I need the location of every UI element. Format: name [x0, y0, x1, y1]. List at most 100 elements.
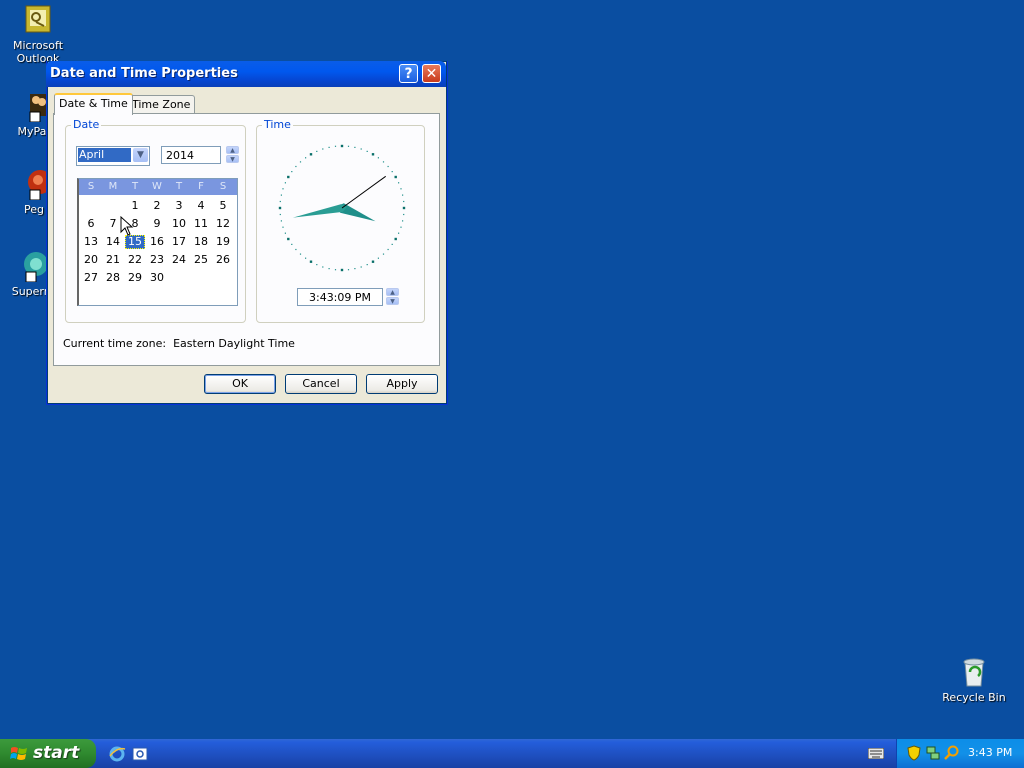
spin-up-icon[interactable]: ▲ — [386, 288, 399, 296]
security-shield-icon[interactable] — [906, 745, 922, 761]
calendar-day[interactable]: 20 — [81, 253, 101, 267]
calendar-day[interactable]: 13 — [81, 235, 101, 249]
clock-tick — [280, 220, 282, 222]
help-button[interactable]: ? — [399, 64, 418, 83]
clock-tick — [316, 150, 318, 152]
calendar-day[interactable]: 3 — [169, 199, 189, 213]
calendar-day[interactable]: 1 — [125, 199, 145, 213]
clock-tick — [377, 157, 379, 159]
tab-date-time[interactable]: Date & Time — [54, 93, 133, 115]
calendar-day[interactable]: 26 — [213, 253, 233, 267]
clock-tick — [295, 165, 297, 168]
month-value: April — [78, 148, 131, 162]
clock-tick — [354, 268, 356, 270]
time-spinner[interactable]: ▲ ▼ — [386, 288, 399, 306]
clock-tick — [360, 148, 362, 150]
calendar-day[interactable]: 29 — [125, 271, 145, 285]
clock-tick — [394, 175, 397, 179]
clock-second-hand — [341, 175, 386, 209]
calendar-day[interactable]: 25 — [191, 253, 211, 267]
calendar-day[interactable]: 22 — [125, 253, 145, 267]
taskbar: start 3:43 PM — [0, 739, 1024, 768]
calendar-day[interactable]: 30 — [147, 271, 167, 285]
date-group-label: Date — [71, 118, 102, 131]
calendar-day[interactable]: 21 — [103, 253, 123, 267]
chevron-down-icon[interactable]: ▼ — [133, 148, 148, 162]
calendar-day[interactable]: 6 — [81, 217, 101, 231]
clock-tick — [295, 248, 297, 251]
calendar-weekday: T — [131, 181, 139, 192]
tab-time-zone[interactable]: Time Zone — [127, 95, 196, 114]
ok-button[interactable]: OK — [204, 374, 276, 394]
clock-tick — [398, 182, 400, 184]
clock-tick — [287, 175, 290, 179]
clock-tick — [282, 188, 284, 190]
clock-tick — [305, 257, 307, 259]
year-field[interactable]: 2014 — [161, 146, 221, 164]
keyboard-icon[interactable] — [868, 748, 884, 759]
calendar-day-selected[interactable]: 15 — [125, 235, 145, 249]
spin-down-icon[interactable]: ▼ — [226, 155, 239, 163]
spin-down-icon[interactable]: ▼ — [386, 297, 399, 305]
year-spinner[interactable]: ▲ ▼ — [226, 146, 239, 164]
month-calendar[interactable]: SMTWTFS 1 2 3 4 5 6 7 8 9 10 11 12 13 14 15 16 17 18 19 20 2… — [77, 178, 238, 306]
calendar-day[interactable]: 17 — [169, 235, 189, 249]
desktop-icon-outlook[interactable]: Microsoft Outlook — [2, 4, 74, 65]
calendar-day[interactable]: 14 — [103, 235, 123, 249]
calendar-weekday: M — [108, 181, 118, 192]
clock-tick — [279, 200, 281, 203]
clock-tick — [394, 237, 397, 241]
start-button[interactable]: start — [0, 739, 96, 768]
calendar-day[interactable]: 9 — [147, 217, 167, 231]
clock-tick — [322, 148, 324, 150]
mypa-icon — [16, 90, 48, 123]
calendar-day[interactable]: 4 — [191, 199, 211, 213]
clock-tick — [291, 243, 293, 245]
outlook-express-icon[interactable] — [131, 745, 149, 763]
current-time-zone: Current time zone: Eastern Daylight Time — [63, 337, 295, 350]
desktop-icon-recycle-bin[interactable]: Recycle Bin — [938, 656, 1010, 704]
clock-tick — [309, 153, 313, 156]
clock-tick — [291, 171, 293, 173]
calendar-day[interactable]: 11 — [191, 217, 211, 231]
calendar-day[interactable]: 16 — [147, 235, 167, 249]
calendar-day[interactable]: 2 — [147, 199, 167, 213]
taskbar-clock[interactable]: 3:43 PM — [968, 746, 1012, 759]
time-group: Time 3:43:09 PM ▲ ▼ — [256, 118, 425, 323]
month-dropdown[interactable]: April ▼ — [76, 146, 150, 166]
calendar-day[interactable]: 19 — [213, 235, 233, 249]
search-icon[interactable] — [944, 745, 960, 761]
calendar-weekday-header: SMTWTFS — [79, 179, 237, 195]
clock-tick — [371, 153, 375, 156]
time-field[interactable]: 3:43:09 PM — [297, 288, 383, 306]
clock-tick — [334, 269, 337, 271]
calendar-weekday: W — [152, 181, 162, 192]
network-icon[interactable] — [925, 745, 941, 761]
calendar-day[interactable]: 10 — [169, 217, 189, 231]
clock-tick — [366, 150, 368, 152]
close-button[interactable]: ✕ — [422, 64, 441, 83]
recycle-bin-icon — [958, 656, 990, 688]
calendar-day[interactable]: 24 — [169, 253, 189, 267]
clock-tick — [328, 268, 330, 270]
calendar-weekday: S — [219, 181, 227, 192]
calendar-weekday: T — [175, 181, 183, 192]
clock-tick — [309, 260, 313, 263]
cancel-button[interactable]: Cancel — [285, 374, 357, 394]
apply-button[interactable]: Apply — [366, 374, 438, 394]
calendar-day[interactable]: 23 — [147, 253, 167, 267]
internet-explorer-icon[interactable] — [108, 745, 126, 763]
clock-tick — [387, 165, 389, 168]
calendar-day[interactable]: 28 — [103, 271, 123, 285]
clock-tick — [382, 161, 385, 163]
clock-tick — [279, 213, 281, 216]
calendar-day[interactable]: 18 — [191, 235, 211, 249]
clock-tick — [328, 146, 330, 148]
dialog-titlebar[interactable]: Date and Time Properties ? ✕ — [46, 61, 446, 87]
calendar-day[interactable]: 27 — [81, 271, 101, 285]
spin-up-icon[interactable]: ▲ — [226, 146, 239, 154]
clock-tick — [284, 182, 286, 184]
windows-logo-icon — [10, 747, 27, 760]
calendar-day[interactable]: 12 — [213, 217, 233, 231]
calendar-day[interactable]: 5 — [213, 199, 233, 213]
